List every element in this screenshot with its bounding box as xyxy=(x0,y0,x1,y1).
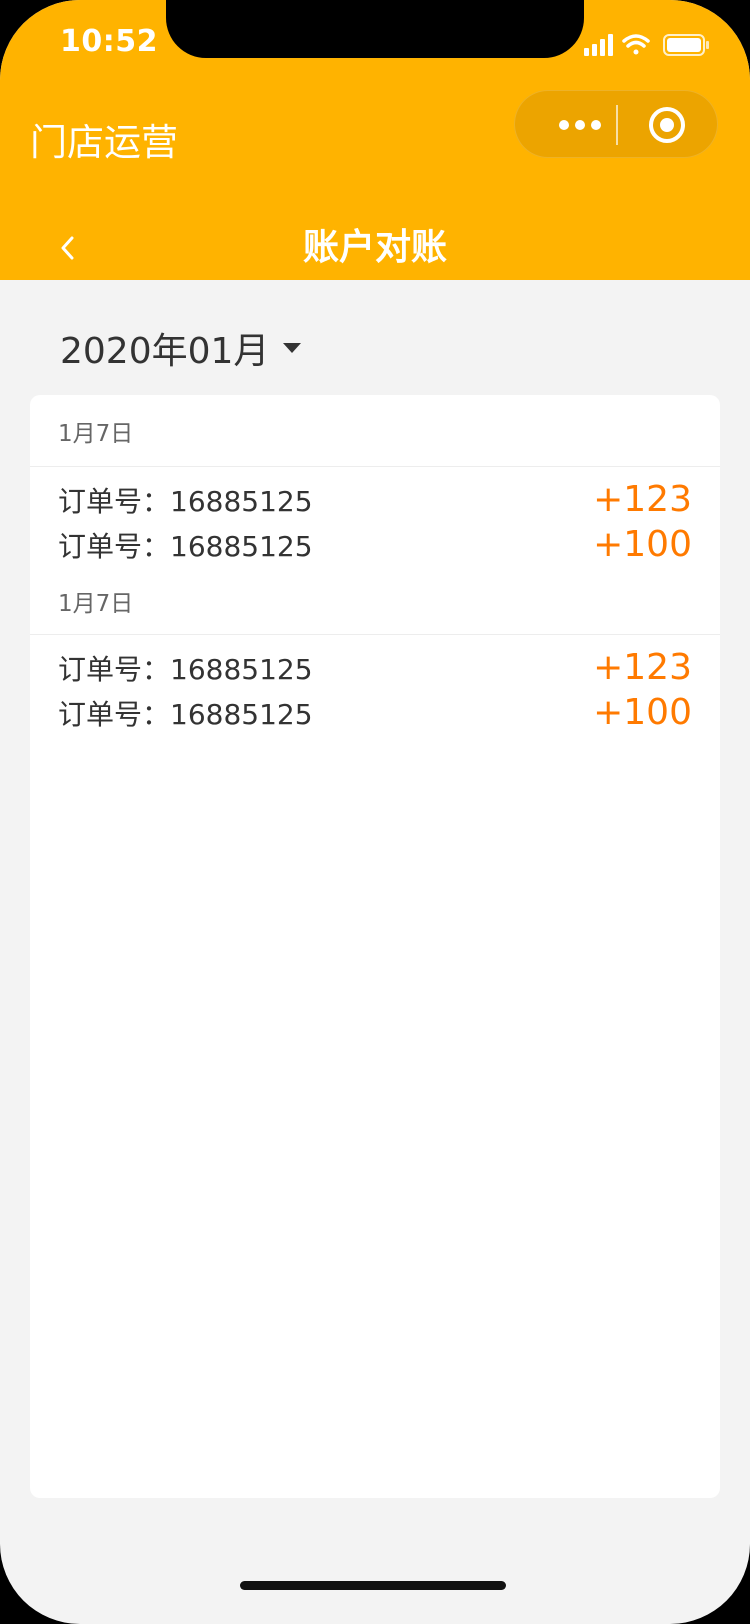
status-time: 10:52 xyxy=(60,24,158,59)
transaction-row[interactable]: 订单号：16885125 +100 xyxy=(30,690,720,735)
caret-down-icon xyxy=(283,343,302,353)
capsule-divider xyxy=(616,105,618,145)
more-icon xyxy=(559,120,601,130)
transaction-row[interactable]: 订单号：16885125 +123 xyxy=(30,645,720,690)
group-rows: 订单号：16885125 +123 订单号：16885125 +100 xyxy=(30,635,720,735)
more-button[interactable] xyxy=(545,91,615,159)
transaction-group: 1月7日 订单号：16885125 +123 订单号：16885125 +100 xyxy=(30,395,720,567)
status-icons xyxy=(584,34,709,56)
order-number: 订单号：16885125 xyxy=(58,652,313,686)
group-rows: 订单号：16885125 +123 订单号：16885125 +100 xyxy=(30,467,720,567)
amount: +123 xyxy=(593,479,692,520)
group-date: 1月7日 xyxy=(30,567,720,635)
month-label: 2020年01月 xyxy=(60,331,270,372)
amount: +100 xyxy=(593,524,692,565)
order-number: 订单号：16885125 xyxy=(58,484,313,518)
order-number: 订单号：16885125 xyxy=(58,697,313,731)
amount: +123 xyxy=(593,647,692,688)
home-indicator xyxy=(240,1581,506,1590)
transaction-group: 1月7日 订单号：16885125 +123 订单号：16885125 +100 xyxy=(30,567,720,735)
phone-screen: 10:52 门店运营 账户对账 2020年01月 1月7日 订单号：168851… xyxy=(0,0,750,1624)
device-notch xyxy=(166,0,584,58)
transaction-list: 1月7日 订单号：16885125 +123 订单号：16885125 +100… xyxy=(30,395,720,1498)
transaction-row[interactable]: 订单号：16885125 +100 xyxy=(30,522,720,567)
group-date: 1月7日 xyxy=(30,395,720,467)
month-selector[interactable]: 2020年01月 xyxy=(60,322,302,374)
order-number: 订单号：16885125 xyxy=(58,529,313,563)
mini-program-capsule xyxy=(514,90,718,158)
header-bar: 10:52 门店运营 账户对账 xyxy=(0,0,750,280)
battery-icon xyxy=(663,34,709,56)
target-icon[interactable] xyxy=(647,105,687,145)
amount: +100 xyxy=(593,692,692,733)
wifi-icon xyxy=(622,34,650,55)
transaction-row[interactable]: 订单号：16885125 +123 xyxy=(30,477,720,522)
app-title: 门店运营 xyxy=(30,121,178,164)
signal-icon xyxy=(584,34,613,56)
page-title: 账户对账 xyxy=(302,227,447,268)
